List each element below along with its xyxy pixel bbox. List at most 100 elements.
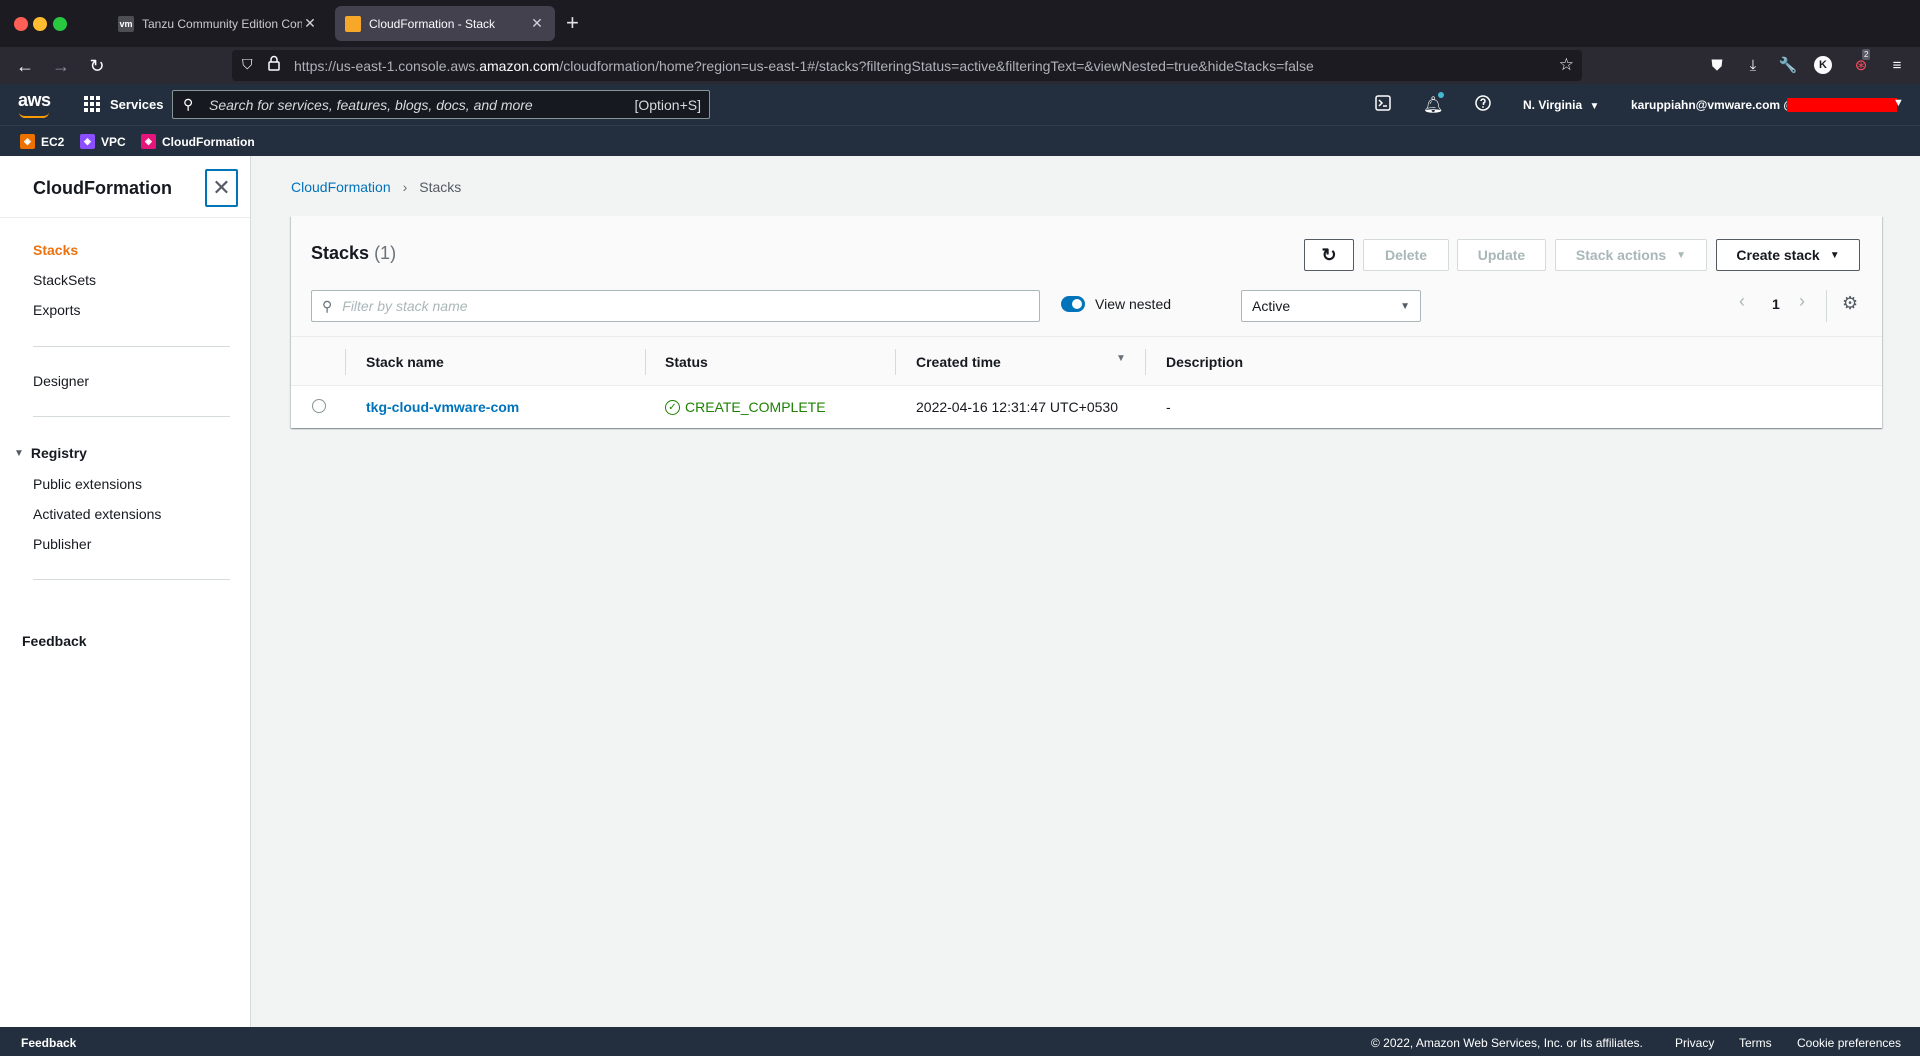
vmware-tab-icon: vm — [118, 15, 134, 32]
window-close-dot[interactable] — [14, 17, 28, 31]
favorites-bar: ◈ EC2 ◈ VPC ◈ CloudFormation — [0, 125, 1920, 156]
search-shortcut: [Option+S] — [634, 96, 701, 113]
sidebar-feedback-link[interactable]: Feedback — [22, 633, 87, 649]
extension-icon[interactable]: ⊛ 2 — [1850, 49, 1872, 77]
chevron-right-icon: › — [402, 179, 408, 195]
column-header-description[interactable]: Description — [1166, 354, 1243, 370]
next-page-icon[interactable]: › — [1799, 291, 1805, 312]
copyright-text: © 2022, Amazon Web Services, Inc. or its… — [1371, 1036, 1643, 1050]
tab-tanzu[interactable]: vm Tanzu Community Edition Confi ✕ — [108, 6, 328, 41]
menu-icon[interactable]: ≡ — [1886, 55, 1908, 77]
profile-avatar[interactable]: K — [1814, 56, 1832, 74]
url-domain: amazon.com — [479, 57, 560, 74]
favorite-ec2[interactable]: ◈ EC2 — [20, 134, 64, 149]
url-bar[interactable]: ⛉ https://us-east-1.console.aws.amazon.c… — [232, 50, 1582, 81]
close-tab-icon[interactable]: ✕ — [302, 15, 318, 32]
current-page-number[interactable]: 1 — [1772, 296, 1780, 312]
column-header-status[interactable]: Status — [665, 354, 708, 370]
create-stack-button[interactable]: Create stack ▼ — [1716, 239, 1860, 271]
privacy-link[interactable]: Privacy — [1675, 1036, 1714, 1050]
breadcrumb-cloudformation[interactable]: CloudFormation — [291, 179, 391, 195]
created-time: 2022-04-16 12:31:47 UTC+0530 — [916, 399, 1118, 415]
stack-name-link[interactable]: tkg-cloud-vmware-com — [366, 399, 519, 415]
reload-icon[interactable]: ↻ — [86, 55, 108, 77]
view-nested-label: View nested — [1095, 296, 1172, 312]
bookmark-star-icon[interactable]: ☆ — [1559, 55, 1574, 75]
notification-dot — [1438, 92, 1444, 98]
footer-feedback-link[interactable]: Feedback — [21, 1036, 76, 1050]
sidebar-item-designer[interactable]: Designer — [33, 373, 89, 389]
breadcrumb: CloudFormation › Stacks — [291, 179, 461, 195]
favorite-vpc[interactable]: ◈ VPC — [80, 134, 126, 149]
sidebar-item-activated-extensions[interactable]: Activated extensions — [33, 506, 161, 522]
stack-description: - — [1166, 399, 1171, 415]
breadcrumb-current: Stacks — [419, 179, 462, 195]
cookie-preferences-link[interactable]: Cookie preferences — [1797, 1036, 1901, 1050]
stacks-count: (1) — [374, 243, 397, 263]
caret-down-icon: ▼ — [14, 447, 24, 459]
view-nested-toggle[interactable] — [1061, 296, 1085, 312]
sidebar-item-exports[interactable]: Exports — [33, 302, 80, 318]
lock-icon[interactable] — [268, 55, 280, 71]
sidebar-item-stacksets[interactable]: StackSets — [33, 272, 96, 288]
aws-logo[interactable]: aws — [18, 90, 51, 111]
row-select-radio[interactable] — [312, 399, 326, 413]
ec2-icon: ◈ — [20, 134, 35, 149]
console-footer: Feedback © 2022, Amazon Web Services, In… — [0, 1027, 1920, 1056]
tab-cloudformation[interactable]: CloudFormation - Stack ✕ — [335, 6, 555, 41]
sidebar-item-public-extensions[interactable]: Public extensions — [33, 476, 142, 492]
favorite-cloudformation[interactable]: ◈ CloudFormation — [141, 134, 255, 149]
url-text: https://us-east-1.console.aws.amazon.com… — [294, 58, 1314, 74]
notifications-bell-icon[interactable]: 🔔︎ — [1423, 92, 1444, 115]
window-minimize-dot[interactable] — [33, 17, 47, 31]
previous-page-icon[interactable]: ‹ — [1739, 291, 1745, 312]
stack-actions-button[interactable]: Stack actions ▼ — [1555, 239, 1707, 271]
stacks-panel-header: Stacks (1) ↻ Delete Update Stack actions… — [291, 216, 1882, 337]
column-header-stack-name[interactable]: Stack name — [366, 354, 444, 370]
region-selector[interactable]: N. Virginia ▼ — [1523, 98, 1599, 112]
check-circle-icon: ✓ — [665, 399, 680, 415]
sidebar-item-publisher[interactable]: Publisher — [33, 536, 91, 552]
terms-link[interactable]: Terms — [1739, 1036, 1772, 1050]
delete-button[interactable]: Delete — [1363, 239, 1449, 271]
wrench-icon[interactable]: 🔧 — [1777, 55, 1799, 77]
close-sidebar-button[interactable]: ✕ — [205, 169, 238, 207]
update-button[interactable]: Update — [1457, 239, 1546, 271]
close-tab-icon[interactable]: ✕ — [529, 15, 545, 32]
browser-nav-bar: ← → ↻ ⛉ https://us-east-1.console.aws.am… — [0, 47, 1920, 84]
button-label: Create stack — [1736, 247, 1820, 263]
window-maximize-dot[interactable] — [53, 17, 67, 31]
aws-header: aws Services ⚲ Search for services, feat… — [0, 84, 1920, 125]
shield-icon[interactable]: ⛉ — [242, 56, 253, 73]
stacks-table-container: Stacks (1) ↻ Delete Update Stack actions… — [291, 216, 1882, 428]
help-icon[interactable] — [1473, 95, 1493, 116]
back-icon[interactable]: ← — [14, 55, 36, 77]
aws-search-bar[interactable]: ⚲ Search for services, features, blogs, … — [172, 90, 710, 119]
table-row[interactable]: tkg-cloud-vmware-com ✓ CREATE_COMPLETE 2… — [291, 386, 1882, 428]
sidebar-section-registry[interactable]: ▼ Registry — [14, 445, 87, 461]
refresh-button[interactable]: ↻ — [1304, 239, 1354, 271]
gear-icon[interactable]: ⚙ — [1842, 293, 1858, 314]
caret-down-icon[interactable]: ▼ — [1893, 97, 1904, 109]
sidebar-title[interactable]: CloudFormation — [33, 178, 172, 199]
sidebar-item-stacks[interactable]: Stacks — [33, 242, 78, 258]
cloudformation-icon: ◈ — [141, 134, 156, 149]
column-header-created-time[interactable]: Created time — [916, 354, 1001, 370]
search-placeholder: Search for services, features, blogs, do… — [209, 96, 533, 113]
pocket-icon[interactable]: ⛊ — [1706, 55, 1728, 77]
filter-placeholder: Filter by stack name — [342, 298, 468, 314]
account-menu[interactable]: karuppiahn@vmware.com @ — [1631, 98, 1795, 112]
download-icon[interactable]: ⤓ — [1742, 55, 1764, 77]
stack-filter-input[interactable]: ⚲ Filter by stack name — [311, 290, 1040, 322]
section-label: Registry — [30, 445, 87, 461]
divider — [33, 346, 230, 347]
url-prefix: https://us-east-1.console.aws. — [294, 57, 480, 74]
column-divider — [895, 349, 896, 375]
forward-icon[interactable]: → — [50, 55, 72, 77]
new-tab-icon[interactable]: + — [566, 12, 579, 34]
aws-logo-smile — [19, 112, 49, 118]
sort-descending-icon[interactable]: ▼ — [1116, 353, 1126, 364]
status-filter-select[interactable]: Active ▼ — [1241, 290, 1421, 322]
services-menu[interactable]: Services — [84, 96, 164, 112]
cloudshell-icon[interactable] — [1373, 95, 1393, 116]
